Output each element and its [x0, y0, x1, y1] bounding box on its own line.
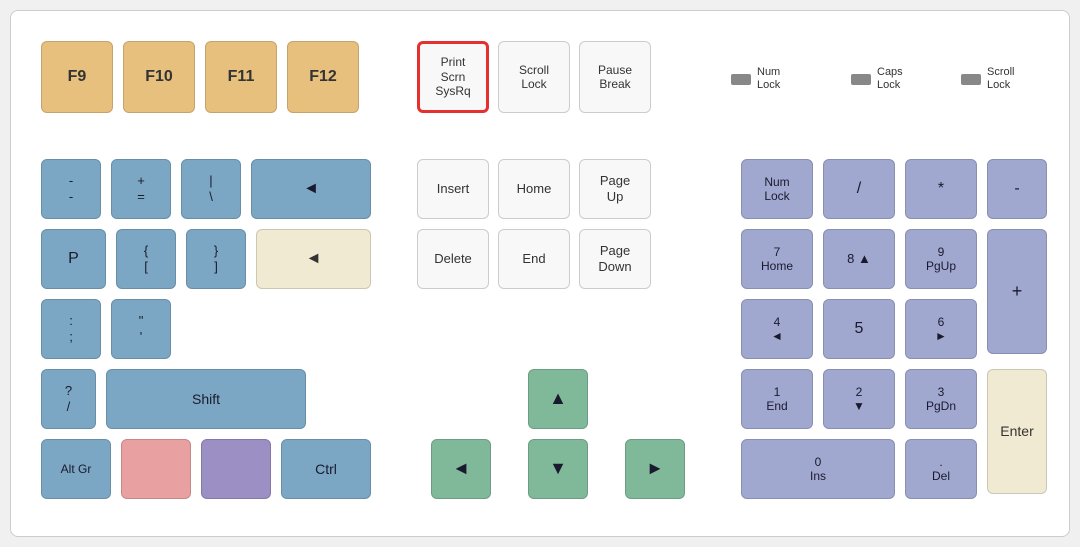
scroll-lock-label: ScrollLock	[987, 66, 1015, 92]
key-num-8[interactable]: 8 ▲	[823, 229, 895, 289]
key-num-star[interactable]: *	[905, 159, 977, 219]
key-insert[interactable]: Insert	[417, 159, 489, 219]
key-num-9[interactable]: 9PgUp	[905, 229, 977, 289]
key-page-down[interactable]: PageDown	[579, 229, 651, 289]
key-shift[interactable]: Shift	[106, 369, 306, 429]
key-print-scrn[interactable]: PrintScrnSysRq	[417, 41, 489, 113]
key-quote[interactable]: "'	[111, 299, 171, 359]
key-colon[interactable]: :;	[41, 299, 101, 359]
key-f10[interactable]: F10	[123, 41, 195, 113]
key-arrow-down[interactable]: ▼	[528, 439, 588, 499]
key-super[interactable]	[201, 439, 271, 499]
caps-lock-label: CapsLock	[877, 66, 903, 92]
key-num-1[interactable]: 1End	[741, 369, 813, 429]
indicator-scroll-lock: ScrollLock	[961, 66, 1015, 92]
key-enter[interactable]: ◄	[256, 229, 371, 289]
indicator-num-lock: NumLock	[731, 66, 780, 92]
key-num-enter[interactable]: Enter	[987, 369, 1047, 494]
num-lock-light	[731, 74, 751, 85]
key-menu[interactable]	[121, 439, 191, 499]
key-p[interactable]: P	[41, 229, 106, 289]
key-end[interactable]: End	[498, 229, 570, 289]
num-lock-label: NumLock	[757, 66, 780, 92]
key-backspace[interactable]: ◄	[251, 159, 371, 219]
caps-lock-light	[851, 74, 871, 85]
key-brace-open[interactable]: {[	[116, 229, 176, 289]
key-num-lock[interactable]: NumLock	[741, 159, 813, 219]
key-arrow-left[interactable]: ◄	[431, 439, 491, 499]
key-pipe[interactable]: |\	[181, 159, 241, 219]
key-f11[interactable]: F11	[205, 41, 277, 113]
indicator-caps-lock: CapsLock	[851, 66, 903, 92]
scroll-lock-light	[961, 74, 981, 85]
key-page-up[interactable]: PageUp	[579, 159, 651, 219]
key-arrow-right[interactable]: ►	[625, 439, 685, 499]
key-num-7[interactable]: 7Home	[741, 229, 813, 289]
key-num-6[interactable]: 6►	[905, 299, 977, 359]
key-brace-close[interactable]: }]	[186, 229, 246, 289]
key-minus[interactable]: --	[41, 159, 101, 219]
key-num-slash[interactable]: /	[823, 159, 895, 219]
key-home[interactable]: Home	[498, 159, 570, 219]
key-num-2[interactable]: 2▼	[823, 369, 895, 429]
key-num-3[interactable]: 3PgDn	[905, 369, 977, 429]
key-ctrl-right[interactable]: Ctrl	[281, 439, 371, 499]
key-f12[interactable]: F12	[287, 41, 359, 113]
key-alt-gr[interactable]: Alt Gr	[41, 439, 111, 499]
key-pause-break[interactable]: PauseBreak	[579, 41, 651, 113]
key-scroll-lock[interactable]: ScrollLock	[498, 41, 570, 113]
key-f9[interactable]: F9	[41, 41, 113, 113]
key-num-4[interactable]: 4◄	[741, 299, 813, 359]
key-num-plus[interactable]: +	[987, 229, 1047, 354]
key-delete[interactable]: Delete	[417, 229, 489, 289]
keyboard-container: F9 F10 F11 F12 PrintScrnSysRq ScrollLock…	[10, 10, 1070, 537]
key-num-dot[interactable]: .Del	[905, 439, 977, 499]
key-num-5[interactable]: 5	[823, 299, 895, 359]
key-arrow-up[interactable]: ▲	[528, 369, 588, 429]
key-plus[interactable]: +=	[111, 159, 171, 219]
key-num-0[interactable]: 0Ins	[741, 439, 895, 499]
key-slash[interactable]: ?/	[41, 369, 96, 429]
key-num-minus[interactable]: -	[987, 159, 1047, 219]
